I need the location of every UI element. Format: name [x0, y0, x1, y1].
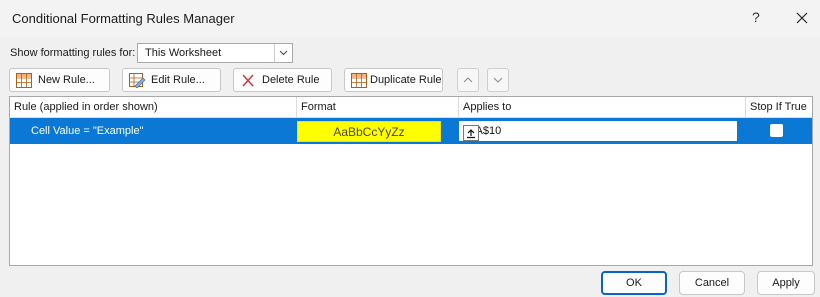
new-rule-label: New Rule...: [38, 74, 95, 86]
edit-rule-icon: [129, 73, 146, 89]
format-preview: AaBbCcYyZz: [297, 121, 441, 142]
ok-button[interactable]: OK: [601, 271, 667, 295]
rules-list: Rule (applied in order shown) Format App…: [9, 96, 813, 266]
new-rule-button[interactable]: New Rule...: [9, 68, 110, 92]
rule-description: Cell Value = "Example": [31, 125, 144, 137]
stop-if-true-checkbox[interactable]: [770, 124, 783, 137]
show-rules-label: Show formatting rules for:: [10, 47, 136, 59]
show-rules-dropdown[interactable]: This Worksheet: [137, 43, 293, 63]
rule-toolbar: New Rule... Edit Rule... Delete Rule Dup…: [9, 68, 813, 94]
cancel-button[interactable]: Cancel: [679, 271, 745, 295]
rules-header: Rule (applied in order shown) Format App…: [10, 97, 812, 118]
header-stop-if-true[interactable]: Stop If True: [746, 97, 812, 117]
move-up-button[interactable]: [457, 68, 479, 92]
dialog-title: Conditional Formatting Rules Manager: [12, 11, 235, 26]
chevron-down-icon: [493, 77, 503, 83]
apply-button[interactable]: Apply: [757, 271, 815, 295]
title-bar: Conditional Formatting Rules Manager ?: [0, 0, 820, 38]
chevron-down-icon[interactable]: [274, 44, 292, 62]
duplicate-rule-icon: [351, 73, 367, 88]
rule-row[interactable]: Cell Value = "Example" AaBbCcYyZz =$A$10: [10, 118, 812, 144]
duplicate-rule-label: Duplicate Rule: [370, 74, 442, 86]
duplicate-rule-button[interactable]: Duplicate Rule: [344, 68, 443, 92]
collapse-dialog-icon[interactable]: [463, 125, 479, 141]
delete-rule-label: Delete Rule: [262, 74, 320, 86]
header-rule[interactable]: Rule (applied in order shown): [10, 97, 296, 117]
delete-rule-button[interactable]: Delete Rule: [233, 68, 332, 92]
chevron-up-icon: [463, 77, 473, 83]
edit-rule-button[interactable]: Edit Rule...: [122, 68, 221, 92]
close-icon[interactable]: [790, 6, 814, 30]
edit-rule-label: Edit Rule...: [151, 74, 205, 86]
header-applies-to[interactable]: Applies to: [459, 97, 745, 117]
delete-icon: [240, 73, 256, 88]
header-format[interactable]: Format: [297, 97, 458, 117]
applies-to-field[interactable]: =$A$10: [459, 121, 737, 141]
move-down-button[interactable]: [487, 68, 509, 92]
show-rules-selected: This Worksheet: [145, 47, 222, 59]
new-rule-icon: [16, 73, 32, 88]
help-button[interactable]: ?: [752, 9, 760, 25]
